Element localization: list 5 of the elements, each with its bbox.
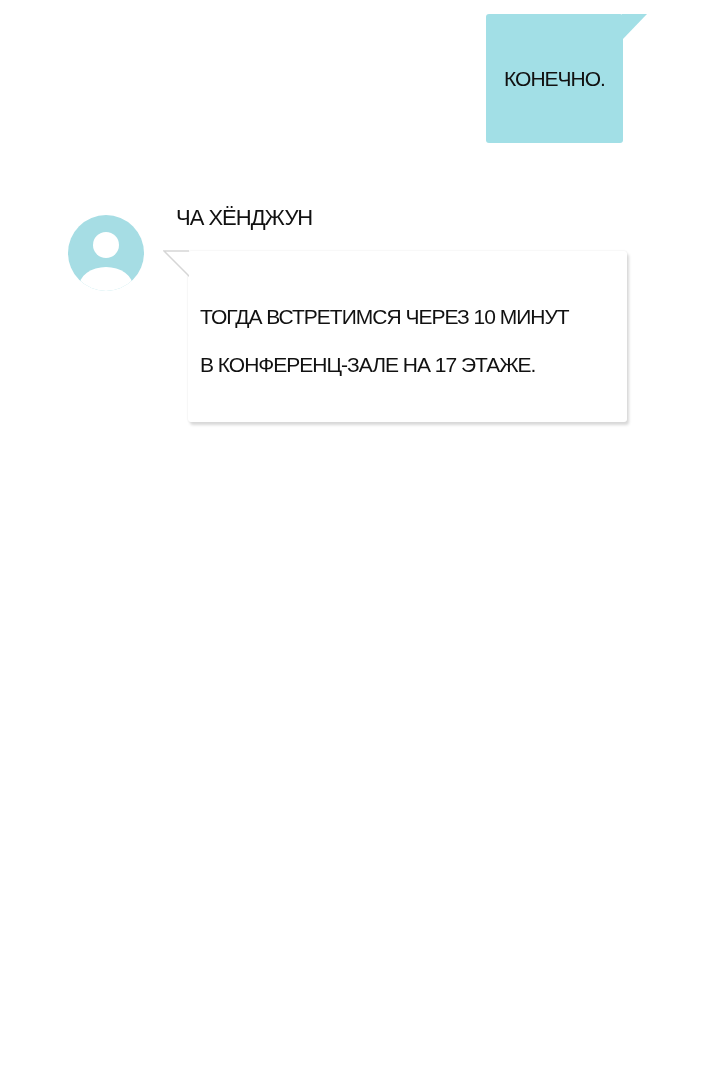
message-text: ТОГДА ВСТРЕТИМСЯ ЧЕРЕЗ 10 МИНУТ xyxy=(200,304,570,330)
message-text: КОНЕЧНО. xyxy=(504,66,605,91)
sender-name: ЧА ХЁНДЖУН xyxy=(176,205,314,231)
avatar-icon xyxy=(68,215,144,291)
message-text: В КОНФЕРЕНЦ-ЗАЛЕ НА 17 ЭТАЖЕ. xyxy=(200,352,537,378)
